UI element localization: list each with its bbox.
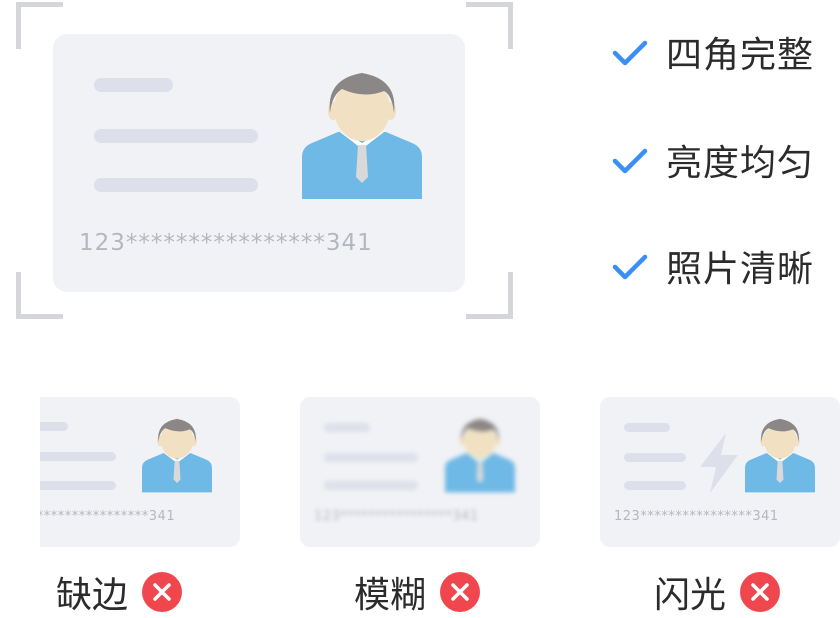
id-number-text: 3****************341 bbox=[28, 509, 176, 524]
card-text-line bbox=[30, 481, 116, 490]
bad-example-caption: 闪光 bbox=[654, 568, 781, 616]
requirement-label: 四角完整 bbox=[666, 35, 815, 76]
error-x-icon bbox=[142, 572, 183, 612]
bad-example-caption: 模糊 bbox=[354, 568, 481, 616]
person-photo-icon bbox=[745, 418, 815, 493]
requirement-item: 四角完整 bbox=[610, 22, 840, 82]
card-text-line bbox=[324, 423, 370, 432]
id-number-text: 123****************341 bbox=[314, 509, 479, 524]
person-photo-icon bbox=[302, 73, 422, 199]
frame-corner-top-right bbox=[466, 2, 513, 49]
frame-corner-bottom-right bbox=[466, 272, 513, 319]
card-text-line bbox=[94, 78, 173, 92]
requirement-item: 照片清晰 bbox=[610, 236, 840, 296]
bad-example-missing-edge: 3****************341 bbox=[0, 397, 240, 547]
requirement-label: 照片清晰 bbox=[666, 249, 815, 290]
bad-example-blurry: 123****************341 bbox=[300, 397, 540, 547]
bad-example-label: 缺边 bbox=[56, 575, 129, 616]
check-icon bbox=[612, 148, 648, 174]
bad-example-label: 模糊 bbox=[354, 575, 427, 616]
card-text-line bbox=[624, 481, 686, 490]
check-icon bbox=[612, 254, 648, 280]
person-photo-icon bbox=[445, 418, 515, 493]
card-text-line bbox=[324, 481, 418, 490]
bad-example-caption: 缺边 bbox=[56, 568, 183, 616]
id-number-text: 123****************341 bbox=[79, 230, 373, 256]
requirement-item: 亮度均匀 bbox=[610, 130, 840, 190]
id-number-text: 123****************341 bbox=[614, 509, 779, 524]
missing-edge-mask bbox=[0, 397, 40, 547]
card-text-line bbox=[624, 453, 686, 462]
check-icon bbox=[612, 40, 648, 66]
card-text-line bbox=[94, 129, 258, 143]
bad-example-label: 闪光 bbox=[654, 575, 727, 616]
card-text-line bbox=[624, 423, 670, 432]
person-photo-icon bbox=[142, 418, 212, 493]
error-x-icon bbox=[740, 572, 781, 612]
card-text-line bbox=[324, 453, 418, 462]
flash-icon bbox=[700, 433, 738, 493]
card-text-line bbox=[94, 178, 258, 192]
requirement-label: 亮度均匀 bbox=[666, 143, 815, 184]
card-text-line bbox=[30, 452, 116, 461]
error-x-icon bbox=[440, 572, 481, 612]
bad-example-glare: 123****************341 bbox=[600, 397, 840, 547]
id-card-example: 123****************341 bbox=[53, 34, 465, 292]
